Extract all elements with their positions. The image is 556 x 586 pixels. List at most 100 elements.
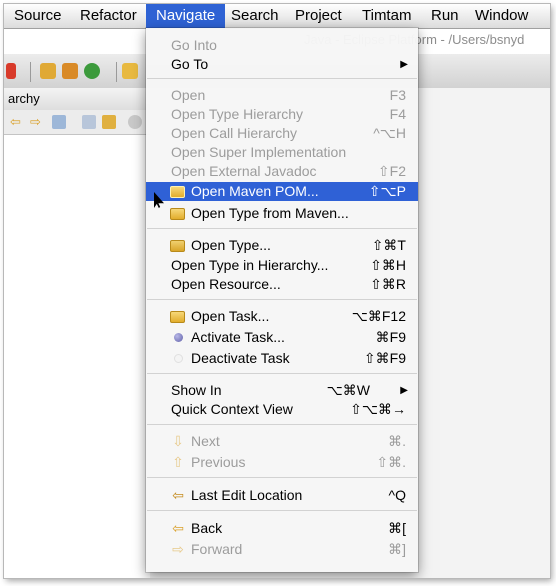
menu-item-label: Deactivate Task: [191, 350, 290, 366]
menu-item-open-type-in-hierarchy[interactable]: Open Type in Hierarchy... ⇧⌘H: [146, 256, 418, 275]
menu-item-label: Open: [171, 87, 206, 103]
menu-item-label: Open Super Implementation: [171, 144, 347, 160]
folder-icon: [170, 186, 185, 198]
hierarchy-view-body[interactable]: [4, 135, 151, 578]
menu-refactor[interactable]: Refactor: [70, 4, 147, 28]
eclipse-window: Source Refactor Navigate Search Project …: [4, 4, 550, 578]
menu-item-shortcut: ⌘F9: [375, 329, 406, 345]
new-package-icon[interactable]: [40, 63, 56, 79]
back-arrow-icon: ⇦: [172, 520, 184, 536]
new-class-icon[interactable]: [62, 63, 78, 79]
menu-item-back[interactable]: ⇦ Back ⌘[: [146, 519, 418, 538]
menu-item-next[interactable]: ⇩ Next ⌘.: [146, 432, 418, 451]
menu-item-label: Quick Context View: [171, 401, 293, 417]
toolbar-separator: [116, 62, 117, 82]
menu-item-shortcut: ⇧⌘T: [371, 237, 406, 253]
menu-run[interactable]: Run: [421, 4, 469, 28]
menu-item-shortcut: ⇧⌥⌘→: [350, 401, 406, 417]
next-arrow-icon: ⇩: [172, 433, 184, 449]
menu-item-open-type-from-maven[interactable]: Open Type from Maven...: [146, 204, 418, 223]
menu-item-shortcut: ⌘]: [388, 541, 406, 557]
menu-separator: [147, 424, 417, 425]
menu-item-label: Go Into: [171, 37, 217, 53]
menu-item-label: Open Type...: [191, 237, 271, 253]
navigate-menu: Go Into Go To ▶ Open F3 Open Type Hierar…: [146, 28, 418, 572]
debug-icon[interactable]: [6, 63, 16, 79]
hierarchy-tab-label: archy: [8, 91, 40, 106]
menu-item-open-maven-pom[interactable]: Open Maven POM... ⇧⌥P: [146, 182, 418, 201]
menu-item-quick-context-view[interactable]: Quick Context View ⇧⌥⌘→: [146, 400, 418, 419]
menu-item-forward[interactable]: ⇨ Forward ⌘]: [146, 540, 418, 559]
menu-item-shortcut: F3: [389, 87, 406, 103]
menu-item-label: Open Task...: [191, 308, 270, 324]
menu-item-shortcut: ^⌥H: [373, 125, 406, 141]
menu-item-shortcut: ⇧⌘H: [370, 257, 406, 273]
menu-item-deactivate-task[interactable]: Deactivate Task ⇧⌘F9: [146, 349, 418, 368]
menu-item-go-to[interactable]: Go To ▶: [146, 55, 418, 74]
menu-item-label: Open External Javadoc: [171, 163, 317, 179]
menu-item-open-task[interactable]: Open Task... ⌥⌘F12: [146, 307, 418, 326]
menu-item-label: Open Resource...: [171, 276, 281, 292]
menu-item-shortcut: F4: [389, 106, 406, 122]
open-type-icon: [170, 240, 185, 252]
menu-item-shortcut: ⇧⌘.: [376, 454, 406, 470]
view-back-icon[interactable]: ⇦: [10, 115, 24, 129]
menu-item-shortcut: ⌘.: [388, 433, 406, 449]
menu-item-shortcut: ⇧⌘R: [370, 276, 406, 292]
menu-source[interactable]: Source: [4, 4, 72, 28]
menu-item-label: Open Type in Hierarchy...: [171, 257, 329, 273]
menu-item-shortcut: ⇧⌘F9: [363, 350, 406, 366]
menu-item-open-super-implementation[interactable]: Open Super Implementation: [146, 143, 418, 162]
menu-item-label: Show In: [171, 382, 222, 398]
last-edit-icon: ⇦: [172, 487, 184, 503]
open-type-toolbar-icon[interactable]: [122, 63, 138, 79]
menu-search[interactable]: Search: [221, 4, 289, 28]
task-active-icon: [174, 333, 183, 342]
menu-item-shortcut: ^Q: [388, 487, 406, 503]
collapse-all-icon[interactable]: [82, 115, 96, 129]
menu-item-label: Open Type from Maven...: [191, 205, 349, 221]
menu-project[interactable]: Project: [285, 4, 352, 28]
forward-arrow-icon: ⇨: [172, 541, 184, 557]
menu-item-shortcut: ⌥⌘F12: [351, 308, 406, 324]
menu-item-open-external-javadoc[interactable]: Open External Javadoc ⇧F2: [146, 162, 418, 181]
view-forward-icon[interactable]: ⇨: [30, 115, 44, 129]
menu-item-open-resource[interactable]: Open Resource... ⇧⌘R: [146, 275, 418, 294]
menu-item-open[interactable]: Open F3: [146, 86, 418, 105]
menu-timtam[interactable]: Timtam: [352, 4, 421, 28]
menu-item-label: Last Edit Location: [191, 487, 303, 503]
menu-item-activate-task[interactable]: Activate Task... ⌘F9: [146, 328, 418, 347]
previous-arrow-icon: ⇧: [172, 454, 184, 470]
menu-item-shortcut: ⌥⌘W: [326, 382, 370, 398]
menu-item-label: Open Type Hierarchy: [171, 106, 304, 122]
link-with-editor-icon[interactable]: [102, 115, 116, 129]
submenu-arrow-icon: ▶: [400, 385, 408, 396]
hierarchy-view-tab[interactable]: archy: [4, 88, 150, 111]
menu-separator: [147, 477, 417, 478]
menu-item-shortcut: ⇧⌥P: [368, 183, 406, 199]
toolbar-separator: [30, 62, 31, 82]
menu-item-label: Back: [191, 520, 223, 536]
menu-item-label: Go To: [171, 56, 209, 72]
folder-icon: [170, 311, 185, 323]
menu-item-label: Activate Task...: [191, 329, 285, 345]
menu-separator: [147, 373, 417, 374]
menu-item-show-in[interactable]: Show In ⌥⌘W ▶: [146, 381, 418, 400]
view-menu-icon[interactable]: [128, 115, 142, 129]
menu-item-open-call-hierarchy[interactable]: Open Call Hierarchy ^⌥H: [146, 124, 418, 143]
run-icon[interactable]: [84, 63, 100, 79]
menu-separator: [147, 299, 417, 300]
view-home-icon[interactable]: [52, 115, 66, 129]
menu-item-previous[interactable]: ⇧ Previous ⇧⌘.: [146, 453, 418, 472]
menu-item-go-into[interactable]: Go Into: [146, 36, 418, 55]
menu-separator: [147, 78, 417, 79]
menu-item-last-edit-location[interactable]: ⇦ Last Edit Location ^Q: [146, 486, 418, 505]
menu-item-shortcut: ⌘[: [388, 520, 406, 536]
menu-item-open-type[interactable]: Open Type... ⇧⌘T: [146, 236, 418, 255]
menu-item-label: Previous: [191, 454, 246, 470]
menu-separator: [147, 228, 417, 229]
menu-item-open-type-hierarchy[interactable]: Open Type Hierarchy F4: [146, 105, 418, 124]
menu-navigate[interactable]: Navigate: [146, 4, 226, 28]
menu-window[interactable]: Window: [465, 4, 538, 28]
view-toolbar: ⇦ ⇨: [4, 110, 150, 135]
